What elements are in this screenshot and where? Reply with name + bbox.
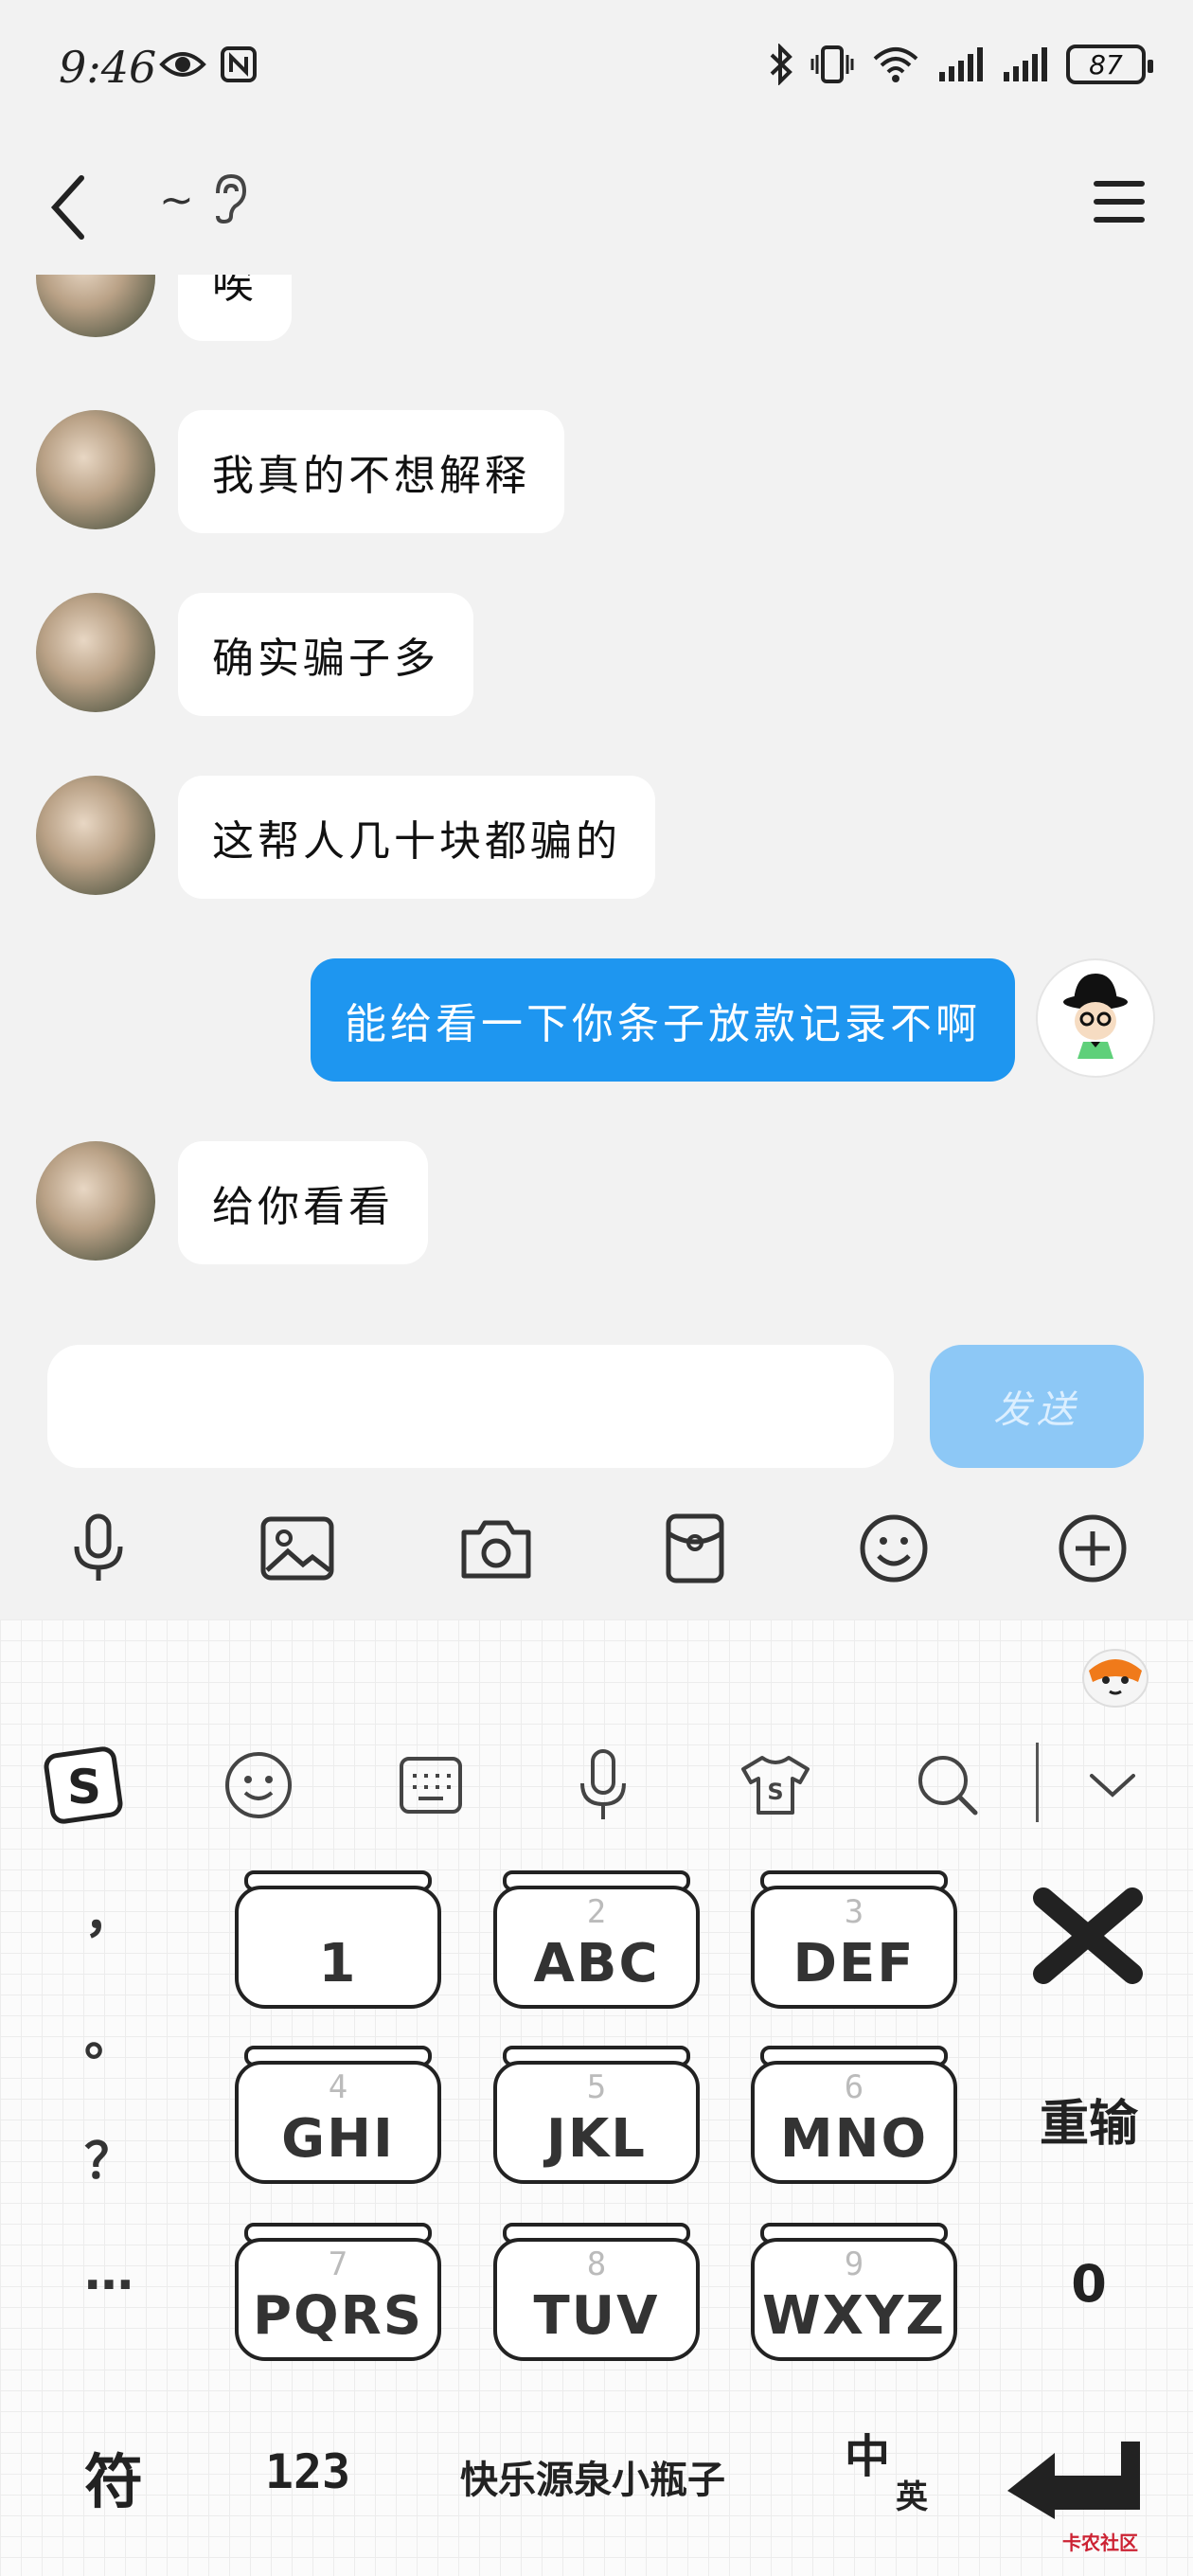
microphone-icon[interactable] xyxy=(561,1743,646,1828)
key-jkl[interactable]: 5 JKL xyxy=(493,2046,700,2184)
image-icon[interactable] xyxy=(250,1501,345,1596)
punct-key-period[interactable]: 。 xyxy=(66,1998,151,2069)
message-input[interactable] xyxy=(47,1345,894,1468)
punct-key-question[interactable]: ？ xyxy=(66,2121,151,2192)
sogou-logo-icon[interactable]: S xyxy=(42,1743,127,1828)
key-letters: WXYZ xyxy=(761,2285,947,2347)
back-chevron-icon[interactable] xyxy=(42,165,98,250)
reenter-key[interactable]: 重输 xyxy=(1004,2084,1174,2155)
mascot-icon[interactable] xyxy=(1079,1642,1151,1708)
red-packet-icon[interactable] xyxy=(648,1501,742,1596)
key-pqrs[interactable]: 7 PQRS xyxy=(235,2223,441,2361)
skin-shirt-icon[interactable]: S xyxy=(733,1743,818,1828)
key-number: 6 xyxy=(844,2068,864,2106)
language-switch-key[interactable]: 中 英 xyxy=(833,2415,937,2529)
plus-icon[interactable] xyxy=(1045,1501,1140,1596)
camera-icon[interactable] xyxy=(449,1501,543,1596)
key-letters: 1 xyxy=(318,1933,358,1995)
key-letters: DEF xyxy=(792,1933,916,1995)
zero-key[interactable]: 0 xyxy=(1004,2254,1174,2314)
key-letters: PQRS xyxy=(252,2285,424,2347)
ear-icon xyxy=(216,173,247,224)
delete-x-icon[interactable] xyxy=(1004,1883,1174,1987)
message-bubble[interactable]: 确实骗子多 xyxy=(178,593,473,716)
composer-toolbar xyxy=(0,1501,1193,1596)
svg-text:S: S xyxy=(67,1760,101,1815)
microphone-icon[interactable] xyxy=(51,1501,146,1596)
my-message-bubble[interactable]: 能给看一下你条子放款记录不啊 xyxy=(311,958,1015,1082)
key-mno[interactable]: 6 MNO xyxy=(751,2046,957,2184)
message-bubble[interactable]: 这帮人几十块都骗的 xyxy=(178,776,655,899)
key-1[interactable]: 1 xyxy=(235,1870,441,2009)
punct-key-comma[interactable]: ， xyxy=(66,1875,151,1946)
lang-en-label: 英 xyxy=(896,2478,928,2516)
contact-avatar[interactable] xyxy=(36,410,155,529)
key-letters: JKL xyxy=(546,2108,647,2170)
keyboard-bottom-row: 符 123 快乐源泉小瓶子 中 英 卡农社区 xyxy=(0,2387,1193,2576)
punct-key-ellipsis[interactable]: … xyxy=(66,2245,151,2301)
battery-level: 87 xyxy=(1089,48,1123,80)
ime-toolbar: S S xyxy=(0,1714,1193,1856)
my-avatar[interactable] xyxy=(1036,958,1155,1078)
message-bubble[interactable]: 给你看看 xyxy=(178,1141,428,1264)
key-def[interactable]: 3 DEF xyxy=(751,1870,957,2009)
enter-icon[interactable] xyxy=(998,2434,1149,2519)
collapse-chevron-icon[interactable] xyxy=(1070,1743,1155,1828)
chat-title: ~ xyxy=(159,176,194,224)
toolbar-divider xyxy=(1036,1743,1039,1822)
status-time: 9:46 xyxy=(59,42,157,93)
key-letters: ABC xyxy=(533,1933,660,1995)
contact-avatar[interactable] xyxy=(36,275,155,337)
key-ghi[interactable]: 4 GHI xyxy=(235,2046,441,2184)
key-letters: TUV xyxy=(533,2285,660,2347)
key-number: 2 xyxy=(586,1893,607,1931)
svg-text:S: S xyxy=(767,1779,783,1805)
battery-icon: 87 xyxy=(1066,45,1153,84)
numbers-key[interactable]: 123 xyxy=(246,2424,369,2519)
key-number: 8 xyxy=(586,2245,607,2283)
eye-icon xyxy=(159,52,206,77)
message-bubble[interactable]: 唉 xyxy=(178,275,292,341)
chat-header: ~ xyxy=(0,142,1193,275)
key-letters: GHI xyxy=(281,2108,395,2170)
cartoon-avatar-icon xyxy=(1063,974,1128,1059)
key-number: 9 xyxy=(844,2245,864,2283)
key-letters: MNO xyxy=(779,2108,929,2170)
status-icons-right: 87 xyxy=(769,44,1153,85)
symbols-key[interactable]: 符 xyxy=(38,2424,189,2529)
message-list[interactable]: 唉 我真的不想解释 确实骗子多 这帮人几十块都骗的 能给看一下你条子放款记录不啊… xyxy=(0,275,1193,1326)
keyboard-icon[interactable] xyxy=(388,1743,473,1828)
key-wxyz[interactable]: 9 WXYZ xyxy=(751,2223,957,2361)
nfc-icon xyxy=(221,46,257,82)
key-abc[interactable]: 2 ABC xyxy=(493,1870,700,2009)
hamburger-menu-icon[interactable] xyxy=(1091,169,1148,235)
key-number: 7 xyxy=(328,2245,348,2283)
vibrate-icon xyxy=(810,45,854,83)
contact-avatar[interactable] xyxy=(36,776,155,895)
key-number: 4 xyxy=(328,2068,348,2106)
key-number: 5 xyxy=(586,2068,607,2106)
message-bubble[interactable]: 我真的不想解释 xyxy=(178,410,564,533)
watermark: 卡农社区 xyxy=(1062,2531,1138,2554)
space-key[interactable]: 快乐源泉小瓶子 xyxy=(432,2424,754,2529)
signal-icon xyxy=(939,47,983,81)
emoji-icon[interactable] xyxy=(846,1501,941,1596)
composer: 发送 xyxy=(0,1326,1193,1619)
send-button[interactable]: 发送 xyxy=(930,1345,1144,1468)
key-number: 3 xyxy=(844,1893,864,1931)
lang-cn-label: 中 xyxy=(845,2430,891,2483)
status-bar: 9:46 87 xyxy=(0,0,1193,142)
search-icon[interactable] xyxy=(905,1743,990,1828)
contact-avatar[interactable] xyxy=(36,1141,155,1261)
status-icons-left xyxy=(159,45,258,83)
signal-icon xyxy=(1004,47,1047,81)
emoji-icon[interactable] xyxy=(216,1743,301,1828)
bluetooth-icon xyxy=(770,44,792,85)
wifi-icon xyxy=(873,47,918,82)
contact-avatar[interactable] xyxy=(36,593,155,712)
key-tuv[interactable]: 8 TUV xyxy=(493,2223,700,2361)
